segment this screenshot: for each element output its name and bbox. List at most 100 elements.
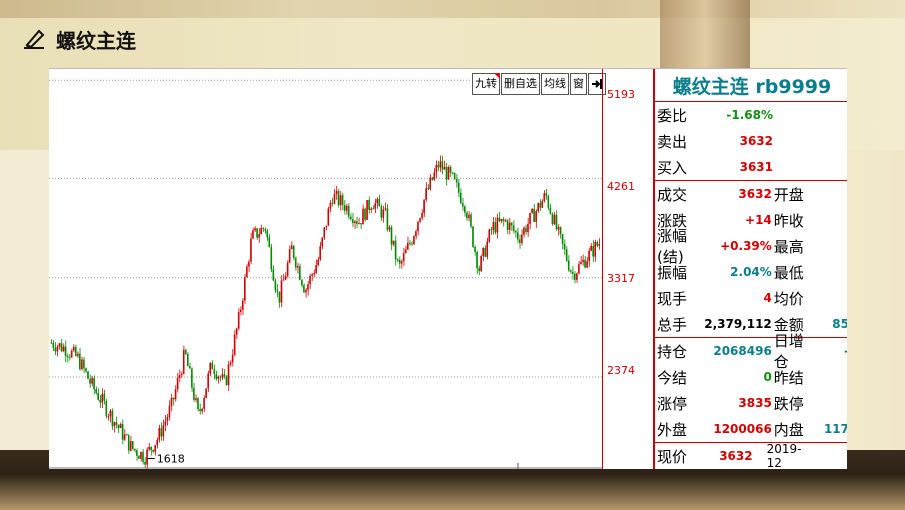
candle-body	[256, 228, 258, 238]
quote-label-secondary: 昨收	[773, 211, 804, 230]
candle-body	[235, 328, 238, 335]
candle-body	[299, 266, 301, 280]
candle-body	[323, 227, 326, 238]
quote-row: 委比 -1.68%	[655, 102, 847, 128]
candle-body	[107, 416, 110, 418]
candle-body	[427, 188, 429, 190]
toolbar-button-moving-average[interactable]: 均线	[541, 73, 569, 95]
price-chart[interactable]: 1618 九转 删自选 均线 窗 5193 4261 3317 2374	[49, 69, 653, 469]
candle-body	[335, 191, 338, 194]
candle-body	[380, 206, 383, 218]
candle-body	[331, 202, 334, 204]
candle-body	[280, 280, 283, 303]
candle-body	[492, 222, 495, 231]
candle-body	[182, 349, 185, 374]
candle-body	[431, 177, 434, 180]
toolbar-button-window[interactable]: 窗	[570, 73, 587, 95]
candle-body	[598, 243, 601, 246]
candle-body	[594, 242, 596, 257]
quote-label: 振幅	[657, 263, 688, 282]
quote-value: 1200066	[713, 422, 772, 436]
quote-label-secondary: 2019-12	[766, 442, 802, 469]
candle-body	[123, 434, 126, 440]
candle-body	[307, 284, 309, 290]
candle-body	[347, 205, 350, 217]
candle-body	[474, 246, 476, 252]
y-tick-label: 5193	[607, 88, 635, 101]
candle-body	[457, 182, 460, 193]
y-axis: 5193 4261 3317 2374	[602, 69, 654, 469]
quote-label-secondary: 跌停	[773, 394, 804, 413]
candle-body	[246, 266, 248, 278]
candle-body	[264, 229, 266, 231]
quote-row: 卖出 3632	[655, 128, 847, 154]
candle-body	[70, 350, 73, 358]
candle-body	[502, 219, 505, 222]
candle-body	[272, 269, 275, 281]
quote-value: 3631	[739, 160, 773, 174]
candle-body	[239, 309, 242, 312]
candle-body	[525, 227, 527, 233]
candle-body	[561, 234, 564, 244]
candle-body	[191, 368, 193, 388]
candle-body	[578, 264, 580, 274]
candle-body	[121, 424, 124, 440]
candle-body	[154, 445, 156, 452]
candle-body	[189, 366, 191, 369]
candle-body	[390, 227, 393, 245]
candle-body	[356, 221, 358, 224]
candle-body	[429, 177, 431, 190]
background-wood	[660, 0, 750, 70]
candle-body	[470, 214, 472, 227]
quote-value: 2.04%	[730, 265, 772, 279]
toolbar-button-jiuzhuan[interactable]: 九转	[472, 73, 500, 95]
candle-body	[56, 346, 59, 352]
candle-body	[569, 270, 572, 272]
candle-body	[125, 434, 128, 436]
candle-body	[531, 209, 533, 213]
candle-body	[533, 209, 535, 222]
candle-body	[225, 376, 228, 385]
candle-body	[266, 230, 269, 238]
quote-row: 振幅 2.04% 最低	[655, 259, 847, 285]
candle-body	[411, 243, 413, 245]
quote-row: 现价 3632 2019-12	[655, 442, 847, 469]
candle-body	[516, 232, 519, 240]
candle-body	[215, 374, 218, 379]
candle-body	[131, 441, 134, 449]
candle-body	[327, 208, 330, 226]
candle-body	[274, 280, 277, 291]
candle-body	[559, 227, 562, 235]
quote-value: -1.68%	[726, 108, 773, 122]
candle-body	[555, 214, 558, 230]
candle-body	[521, 234, 523, 243]
candle-body	[404, 249, 407, 254]
candle-body	[221, 374, 224, 378]
candle-body	[301, 279, 303, 286]
candle-body	[494, 222, 497, 233]
candle-body	[50, 342, 53, 344]
candle-body	[213, 369, 216, 375]
candle-body	[223, 374, 226, 377]
candle-body	[586, 261, 588, 268]
candle-body	[211, 362, 214, 370]
candle-body	[217, 376, 220, 379]
quote-row: 持仓2068496日增仓-	[655, 332, 847, 371]
quote-label-secondary: 最低	[773, 263, 804, 282]
candle-body	[103, 393, 106, 401]
candle-body	[305, 289, 307, 293]
candle-body	[553, 214, 556, 225]
chart-toolbar: 九转 删自选 均线 窗	[472, 73, 606, 95]
toolbar-button-delete-favorite[interactable]: 删自选	[501, 73, 540, 95]
quote-row: 买入 3631	[655, 154, 847, 180]
candle-body	[464, 206, 466, 213]
quote-row: 涨停 3835 跌停	[655, 390, 847, 416]
candle-body	[136, 450, 138, 456]
candle-body	[366, 200, 368, 220]
candle-body	[184, 349, 187, 354]
candle-body	[233, 334, 236, 355]
candle-body	[286, 262, 289, 276]
candle-body	[127, 434, 130, 451]
candle-body	[244, 277, 246, 301]
candle-body	[496, 217, 499, 233]
